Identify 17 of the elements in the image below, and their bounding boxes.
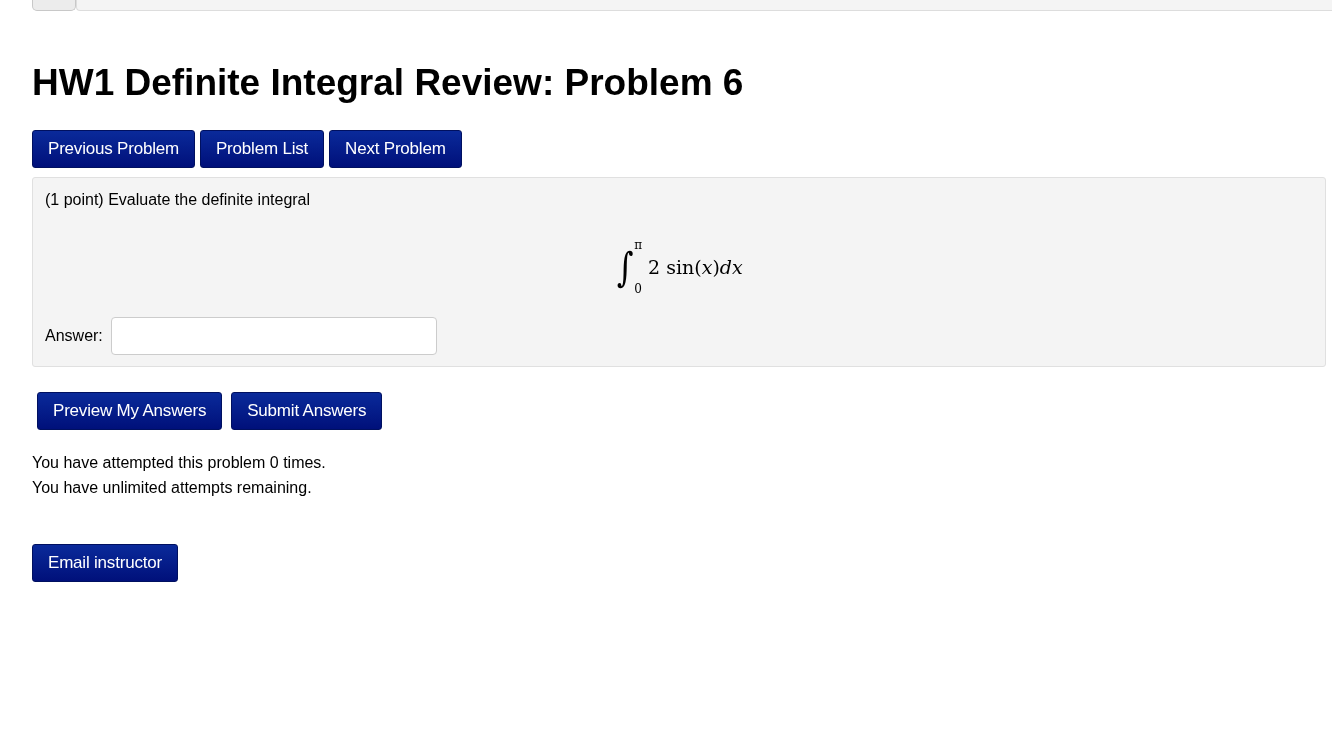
answer-field[interactable]	[110, 316, 437, 355]
page-title: HW1 Definite Integral Review: Problem 6	[32, 63, 745, 104]
attempts-text: You have unlimited attempts remaining.	[32, 477, 313, 498]
answer-label: Answer:	[45, 326, 103, 345]
nav-button[interactable]: Next Problem	[329, 129, 462, 168]
attempts-text: You have attempted this problem 0 times.	[32, 452, 327, 473]
nav-button[interactable]: Problem List	[199, 129, 325, 168]
action-button[interactable]: Submit Answers	[231, 391, 383, 430]
integral-sign: ∫	[617, 246, 635, 287]
email-button[interactable]: Email instructor	[32, 543, 178, 582]
integrand: 2 sin(x)dx	[648, 255, 743, 278]
tab-button[interactable]	[32, 0, 76, 11]
upper-limit: π	[634, 237, 643, 252]
nav-button[interactable]: Previous Problem	[32, 129, 195, 168]
lower-limit: 0	[634, 281, 643, 296]
problem-text: (1 point) Evaluate the definite integral	[45, 190, 312, 209]
action-button[interactable]: Preview My Answers	[37, 391, 223, 430]
